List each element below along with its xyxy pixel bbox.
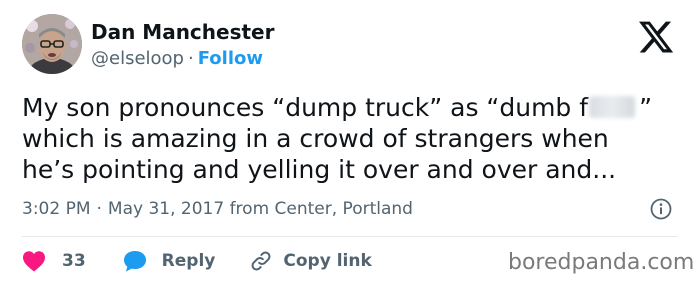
author-handle[interactable]: @elseloop bbox=[91, 48, 184, 69]
tweet-line-2: which is amazing in a crowd of strangers… bbox=[22, 124, 609, 153]
heart-icon bbox=[23, 251, 45, 272]
like-count: 33 bbox=[62, 251, 86, 271]
censored-word bbox=[589, 96, 636, 118]
reply-label: Reply bbox=[161, 251, 216, 271]
watermark: boredpanda.com bbox=[508, 250, 695, 275]
author-handle-line: @elseloop · Follow bbox=[91, 48, 263, 70]
tweet-meta: 3:02 PM · May 31, 2017 from Center, Portla… bbox=[22, 198, 413, 220]
reply-bubble-icon bbox=[123, 251, 146, 272]
meta-separator: · bbox=[96, 199, 102, 219]
like-button[interactable]: 33 bbox=[22, 250, 86, 272]
tweet-time[interactable]: 3:02 PM bbox=[22, 199, 91, 219]
follow-button[interactable]: Follow bbox=[198, 48, 263, 69]
author-name[interactable]: Dan Manchester bbox=[91, 20, 275, 44]
reply-button[interactable]: Reply bbox=[122, 249, 216, 273]
copy-link-label: Copy link bbox=[283, 251, 372, 271]
info-icon[interactable] bbox=[649, 197, 673, 221]
tweet-line-1-end: ” bbox=[639, 93, 653, 122]
avatar[interactable] bbox=[22, 14, 82, 74]
tweet-date-location[interactable]: May 31, 2017 from Center, Portland bbox=[108, 199, 413, 219]
link-icon bbox=[251, 251, 271, 271]
tweet-card: Dan Manchester @elseloop · Follow My son p… bbox=[0, 0, 700, 287]
tweet-line-3: he’s pointing and yelling it over and ov… bbox=[22, 155, 617, 184]
copy-link-button[interactable]: Copy link bbox=[249, 249, 372, 273]
handle-separator: · bbox=[187, 48, 194, 69]
tweet-line-1-start: My son pronounces “dump truck” as “dumb … bbox=[22, 93, 589, 122]
tweet-actions: 33 Reply Copy link bbox=[22, 248, 372, 274]
tweet-text: My son pronounces “dump truck” as “dumb … bbox=[22, 92, 682, 185]
x-logo-icon[interactable] bbox=[636, 18, 676, 56]
divider bbox=[22, 236, 678, 237]
tweet-line-1: My son pronounces “dump truck” as “dumb … bbox=[22, 92, 682, 123]
avatar-photo bbox=[22, 14, 82, 74]
